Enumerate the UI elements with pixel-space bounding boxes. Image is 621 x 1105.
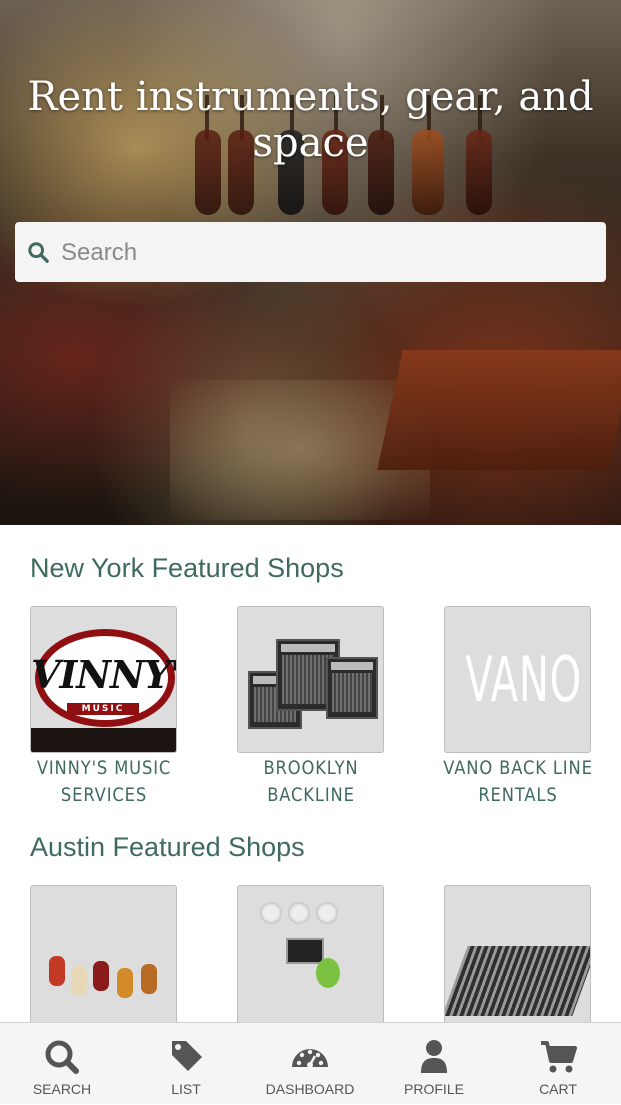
- nav-item-profile[interactable]: PROFILE: [372, 1023, 496, 1105]
- nav-item-dashboard[interactable]: DASHBOARD: [248, 1023, 372, 1105]
- shop-card-austin-1[interactable]: [30, 885, 177, 1032]
- nav-label: DASHBOARD: [265, 1081, 355, 1097]
- shop-card-vinnys-music[interactable]: VINNY'S MUSIC VINNY'S MUSIC SERVICES: [30, 606, 177, 809]
- acoustic-panel-shape: [260, 902, 282, 924]
- hero-banner: Rent instruments, gear, and space: [0, 0, 621, 525]
- search-icon: [28, 242, 49, 263]
- nav-label: CART: [539, 1081, 577, 1097]
- shop-name[interactable]: VANO BACK LINE RENTALS: [441, 755, 596, 809]
- guitar-shape: [93, 961, 109, 991]
- shop-thumbnail[interactable]: [237, 606, 384, 753]
- search-icon: [45, 1040, 79, 1074]
- nav-item-cart[interactable]: CART: [496, 1023, 620, 1105]
- shop-name[interactable]: VINNY'S MUSIC SERVICES: [27, 755, 182, 809]
- shop-card-vano-back-line[interactable]: VANO VANO BACK LINE RENTALS: [443, 606, 592, 809]
- nav-label: LIST: [171, 1081, 201, 1097]
- nav-label: PROFILE: [404, 1081, 464, 1097]
- acoustic-panel-shape: [288, 902, 310, 924]
- thumbnail-shadow: [31, 728, 176, 752]
- nav-item-list[interactable]: LIST: [124, 1023, 248, 1105]
- amplifier-shape: [326, 657, 378, 719]
- guitar-shape: [71, 966, 87, 996]
- mixing-console-shape: [445, 946, 590, 1016]
- shop-card-austin-3[interactable]: [444, 885, 591, 1032]
- vinnys-logo-text: VINNY'S: [31, 652, 176, 697]
- hero-title: Rent instruments, gear, and space: [27, 74, 594, 166]
- nav-label: SEARCH: [32, 1081, 92, 1097]
- guitar-shape: [117, 968, 133, 998]
- shop-thumbnail[interactable]: [237, 885, 384, 1032]
- user-icon: [421, 1040, 447, 1073]
- shop-thumbnail[interactable]: [444, 885, 591, 1032]
- hero-desk-shape: [377, 350, 621, 470]
- guitar-shape: [141, 964, 157, 994]
- vinnys-logo-subtext: MUSIC: [67, 703, 139, 715]
- cart-icon: [541, 1041, 577, 1073]
- shop-card-austin-2[interactable]: [237, 885, 384, 1032]
- guitar-shape: [49, 956, 65, 986]
- search-bar[interactable]: [15, 222, 606, 282]
- monitor-shape: [286, 938, 324, 964]
- shop-thumbnail[interactable]: VANO: [444, 606, 591, 753]
- section-title-austin: Austin Featured Shops: [30, 832, 305, 862]
- search-input[interactable]: [59, 232, 593, 274]
- shop-card-brooklyn-backline[interactable]: BROOKLYN BACKLINE: [237, 606, 384, 809]
- vano-logo-text: VANO: [465, 643, 582, 716]
- shop-thumbnail[interactable]: [30, 885, 177, 1032]
- dashboard-gauge-icon: [292, 1049, 328, 1068]
- nav-item-search[interactable]: SEARCH: [0, 1023, 124, 1105]
- bottom-navigation: SEARCH LIST DASHBOARD PROFILE CART: [0, 1022, 621, 1104]
- tag-icon: [172, 1041, 202, 1071]
- shop-name[interactable]: BROOKLYN BACKLINE: [234, 755, 389, 809]
- section-title-new-york: New York Featured Shops: [30, 553, 344, 583]
- shop-thumbnail[interactable]: VINNY'S MUSIC: [30, 606, 177, 753]
- chair-shape: [316, 958, 340, 988]
- acoustic-panel-shape: [316, 902, 338, 924]
